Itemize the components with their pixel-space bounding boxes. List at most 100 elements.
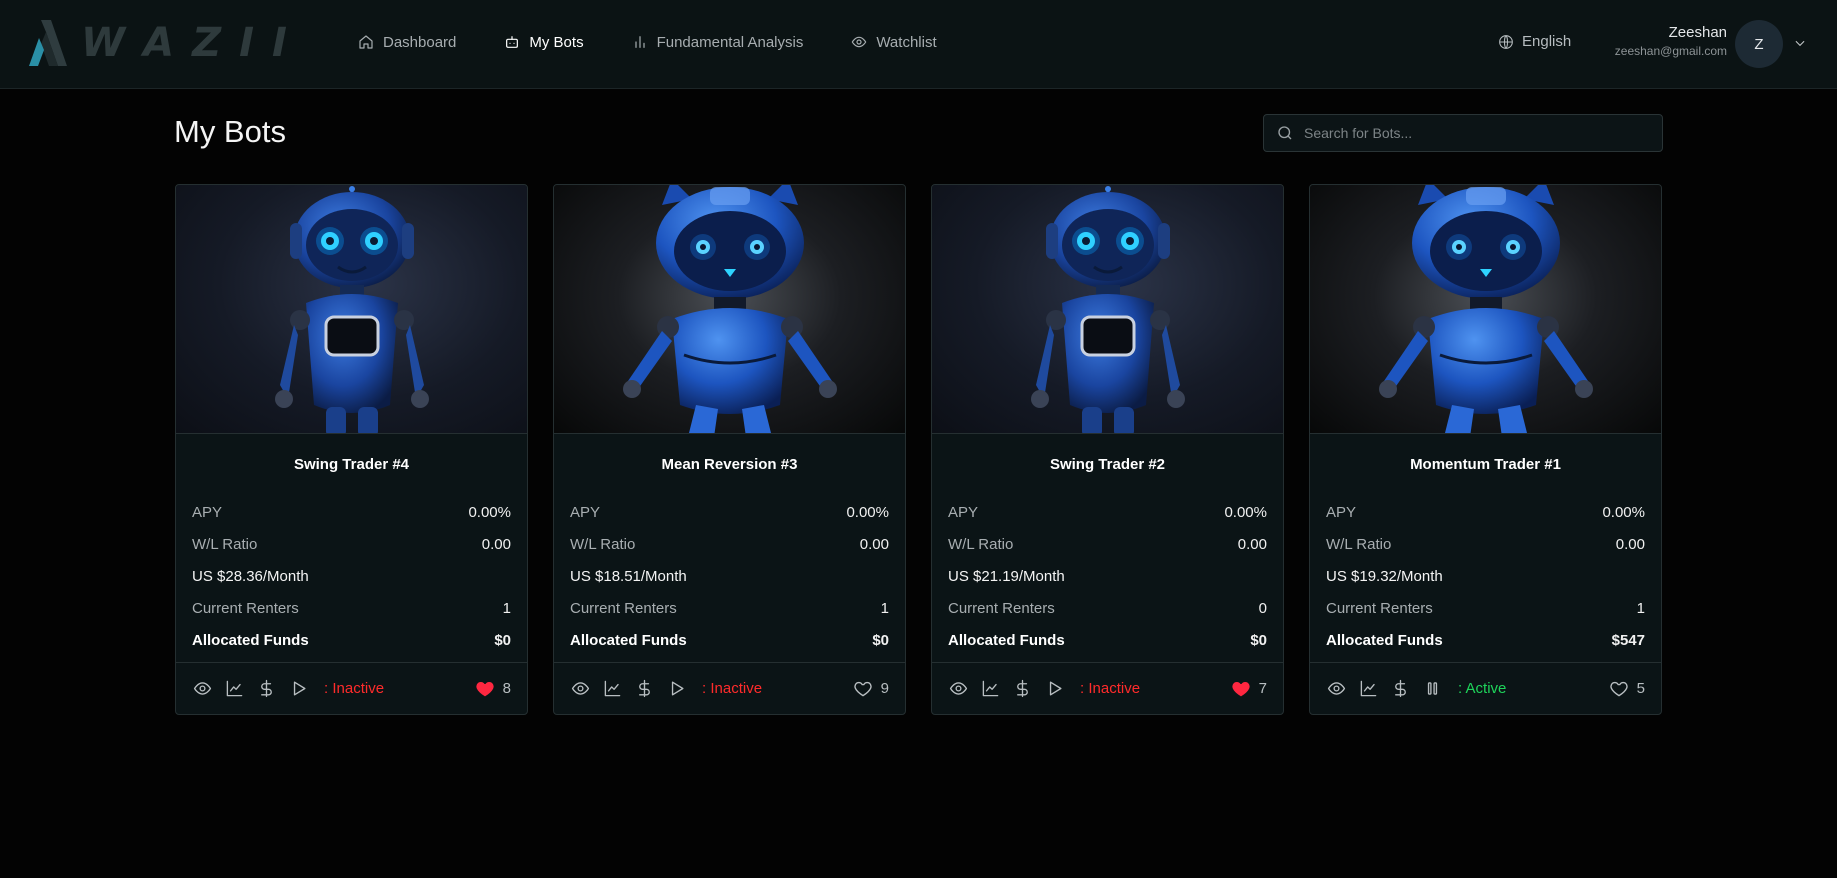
renters-label: Current Renters [570, 599, 677, 617]
wl-ratio-label: W/L Ratio [570, 535, 636, 553]
dollar-icon [1394, 679, 1406, 698]
nav-item-watchlist[interactable]: Watchlist [851, 30, 937, 54]
avatar[interactable]: Z [1735, 20, 1783, 68]
renters-label: Current Renters [192, 599, 299, 617]
apy-value: 0.00% [846, 503, 889, 521]
nav-item-label: Fundamental Analysis [656, 33, 804, 51]
like-count: 8 [502, 680, 511, 697]
bot-card-grid: Swing Trader #4 APY 0.00% W/L Ratio 0.00 U… [175, 184, 1662, 715]
dollar-icon [1016, 679, 1028, 698]
search-input[interactable] [1304, 125, 1644, 141]
status-separator: : [324, 680, 329, 697]
logo-mark-icon [29, 20, 67, 66]
wl-ratio-row: W/L Ratio 0.00 [1326, 528, 1645, 560]
view-button[interactable] [1326, 679, 1346, 699]
nav-item-label: Dashboard [383, 33, 457, 51]
bot-card[interactable]: Swing Trader #4 APY 0.00% W/L Ratio 0.00 U… [175, 184, 528, 715]
price-row: US $28.36/Month [192, 560, 511, 592]
wl-ratio-value: 0.00 [859, 535, 889, 553]
renters-row: Current Renters 1 [570, 592, 889, 624]
bot-card[interactable]: Momentum Trader #1 APY 0.00% W/L Ratio 0.0… [1309, 184, 1662, 715]
wl-ratio-row: W/L Ratio 0.00 [192, 528, 511, 560]
nav-item-label: Watchlist [876, 33, 937, 51]
like-button[interactable]: 8 [475, 679, 511, 698]
funds-row: Allocated Funds $0 [570, 624, 889, 656]
bot-name: Mean Reversion #3 [661, 456, 798, 473]
apy-value: 0.00% [1602, 503, 1645, 521]
performance-button[interactable] [980, 679, 1000, 699]
dollar-icon [638, 679, 650, 698]
wl-ratio-row: W/L Ratio 0.00 [948, 528, 1267, 560]
like-count: 9 [880, 680, 889, 697]
wl-ratio-row: W/L Ratio 0.00 [570, 528, 889, 560]
funds-button[interactable] [1012, 679, 1032, 699]
status-badge: : Inactive [324, 680, 384, 697]
nav-item-dashboard[interactable]: Dashboard [358, 30, 456, 54]
pause-icon [1427, 682, 1437, 695]
price-row: US $19.32/Month [1326, 560, 1645, 592]
performance-button[interactable] [224, 679, 244, 699]
line-chart-icon [604, 680, 620, 697]
eye-icon [852, 36, 867, 48]
play-button[interactable] [666, 679, 686, 699]
apy-value: 0.00% [468, 503, 511, 521]
play-button[interactable] [288, 679, 308, 699]
funds-value: $0 [1250, 631, 1267, 649]
price-value: US $18.51/Month [570, 567, 687, 585]
user-info[interactable]: Zeeshan zeeshan@gmail.com [1615, 24, 1727, 60]
apy-row: APY 0.00% [570, 496, 889, 528]
apy-label: APY [192, 503, 223, 521]
language-selector[interactable]: English [1498, 33, 1571, 50]
eye-icon [1327, 682, 1345, 695]
funds-button[interactable] [256, 679, 276, 699]
logo-wordmark: W A Z I I [81, 20, 293, 66]
like-button[interactable]: 9 [853, 679, 889, 698]
bot-name: Momentum Trader #1 [1410, 456, 1561, 473]
bot-card[interactable]: Mean Reversion #3 APY 0.00% W/L Ratio 0.00… [553, 184, 906, 715]
status-text: Inactive [710, 680, 763, 697]
bot-card-actions: : Active 5 [1310, 662, 1661, 714]
chevron-down-icon [1795, 40, 1805, 47]
like-button[interactable]: 5 [1609, 679, 1645, 698]
bot-name: Swing Trader #2 [1049, 456, 1166, 473]
logo-letter: W [81, 20, 132, 66]
play-icon [293, 681, 306, 696]
funds-button[interactable] [1390, 679, 1410, 699]
funds-label: Allocated Funds [948, 631, 1065, 649]
top-navbar: W A Z I I Dashboard My Bots Fundamental … [0, 0, 1837, 89]
funds-button[interactable] [634, 679, 654, 699]
user-menu-toggle[interactable] [1793, 36, 1807, 50]
nav-item-label: My Bots [529, 33, 584, 51]
wl-ratio-label: W/L Ratio [192, 535, 258, 553]
like-count: 7 [1258, 680, 1267, 697]
wl-ratio-value: 0.00 [1615, 535, 1645, 553]
apy-row: APY 0.00% [1326, 496, 1645, 528]
like-button[interactable]: 7 [1231, 679, 1267, 698]
nav-item-my-bots[interactable]: My Bots [504, 30, 584, 54]
like-count: 5 [1636, 680, 1645, 697]
status-text: Inactive [332, 680, 385, 697]
play-button[interactable] [1044, 679, 1064, 699]
bot-card-actions: : Inactive 8 [176, 662, 527, 714]
eye-icon [949, 682, 967, 695]
dollar-icon [260, 679, 272, 698]
brand-logo[interactable]: W A Z I I [27, 18, 293, 68]
user-email: zeeshan@gmail.com [1614, 44, 1727, 58]
performance-button[interactable] [602, 679, 622, 699]
eye-icon [193, 682, 211, 695]
pause-button[interactable] [1422, 679, 1442, 699]
nav-item-fundamental-analysis[interactable]: Fundamental Analysis [632, 30, 804, 54]
bot-card[interactable]: Swing Trader #2 APY 0.00% W/L Ratio 0.00 U… [931, 184, 1284, 715]
price-value: US $28.36/Month [192, 567, 309, 585]
view-button[interactable] [192, 679, 212, 699]
bar-chart-icon [634, 36, 645, 48]
logo-letter: I [272, 20, 293, 66]
bot-card-actions: : Inactive 7 [932, 662, 1283, 714]
wl-ratio-value: 0.00 [1237, 535, 1267, 553]
performance-button[interactable] [1358, 679, 1378, 699]
line-chart-icon [1360, 680, 1376, 697]
view-button[interactable] [570, 679, 590, 699]
view-button[interactable] [948, 679, 968, 699]
search-bar [1263, 114, 1663, 152]
renters-label: Current Renters [1326, 599, 1433, 617]
